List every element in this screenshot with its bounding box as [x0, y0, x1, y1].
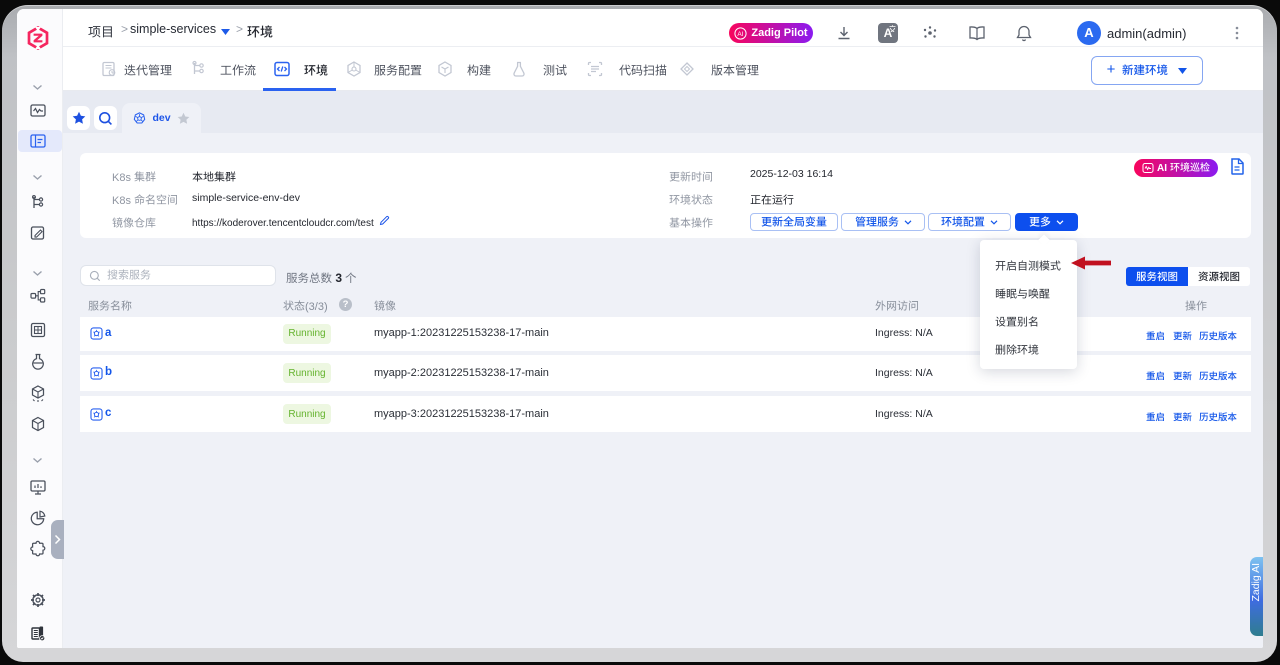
svg-text:AI: AI	[738, 31, 744, 38]
